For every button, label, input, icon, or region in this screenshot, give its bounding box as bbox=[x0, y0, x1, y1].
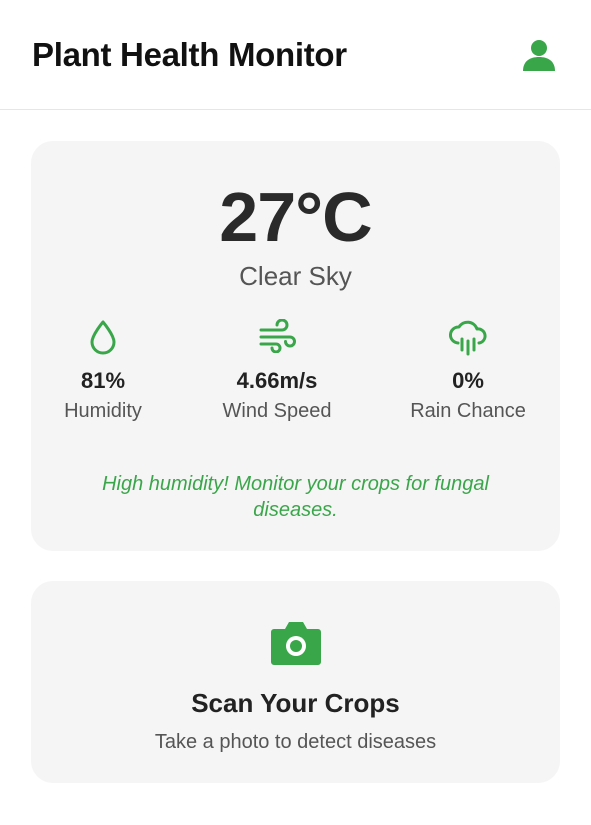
camera-icon bbox=[270, 622, 321, 665]
scan-crops-card[interactable]: Scan Your Crops Take a photo to detect d… bbox=[31, 581, 560, 783]
profile-button[interactable] bbox=[519, 35, 559, 75]
stat-rain: 0% Rain Chance bbox=[388, 319, 548, 425]
scan-title: Scan Your Crops bbox=[191, 688, 400, 718]
humidity-alert: High humidity! Monitor your crops for fu… bbox=[102, 473, 489, 521]
weather-condition: Clear Sky bbox=[239, 261, 352, 291]
humidity-label: Humidity bbox=[64, 400, 142, 422]
app-header: Plant Health Monitor bbox=[0, 0, 591, 110]
stat-wind: 4.66m/s Wind Speed bbox=[197, 319, 357, 425]
humidity-value: 81% bbox=[80, 368, 126, 393]
rain-label: Rain Chance bbox=[410, 400, 526, 422]
droplet-icon bbox=[90, 320, 116, 355]
weather-card: 27°C Clear Sky 81% Humidity 4.66m/s Wind… bbox=[31, 141, 560, 551]
wind-icon bbox=[259, 319, 296, 353]
wind-label: Wind Speed bbox=[222, 400, 332, 422]
rain-cloud-icon bbox=[449, 320, 487, 356]
wind-value: 4.66m/s bbox=[236, 368, 318, 393]
stat-humidity: 81% Humidity bbox=[23, 319, 183, 425]
scan-subtitle: Take a photo to detect diseases bbox=[154, 731, 437, 753]
page-title: Plant Health Monitor bbox=[32, 35, 347, 73]
user-icon bbox=[523, 39, 555, 71]
rain-value: 0% bbox=[452, 368, 484, 393]
temperature-value: 27°C bbox=[219, 178, 372, 256]
weather-stats: 81% Humidity 4.66m/s Wind Speed 0% Rain … bbox=[31, 319, 560, 429]
